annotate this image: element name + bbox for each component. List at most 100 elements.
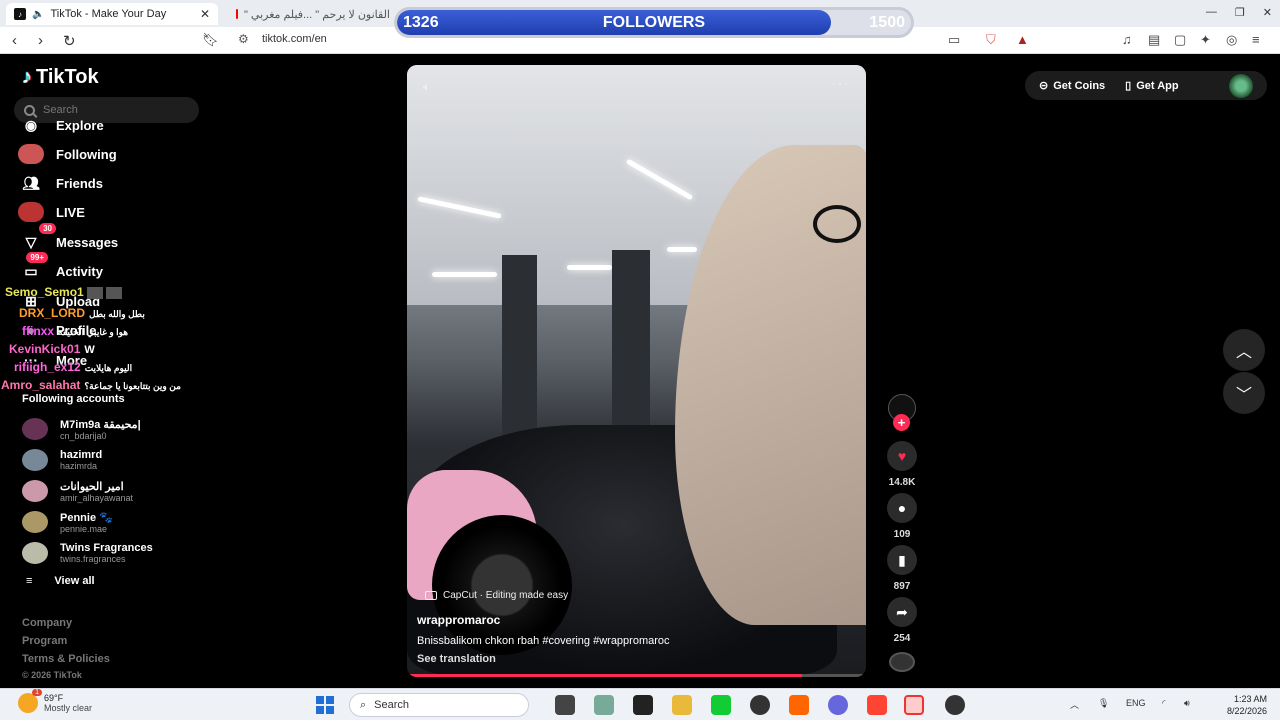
followers-goal-bar: 1326 FOLLOWERS 1500	[394, 7, 914, 38]
account-item[interactable]: امير الحيوانات amir_alhayawanat	[22, 478, 133, 504]
language-indicator[interactable]: ENG	[1126, 698, 1146, 708]
previous-video-button[interactable]: ︿	[1223, 329, 1265, 371]
back-icon[interactable]: ‹	[12, 32, 17, 49]
more-options-icon[interactable]: ···	[831, 75, 850, 93]
tiktok-logo[interactable]: ♪ TikTok	[22, 66, 99, 89]
taskbar: 1 69°F Mostly clear ⌕ Search ︿ 🎙︎ ENG ◜ …	[0, 688, 1280, 720]
rewards-icon[interactable]: ▲	[1016, 32, 1029, 47]
account-item[interactable]: hazimrd hazimrda	[22, 447, 102, 473]
footer-terms[interactable]: Terms & Policies	[22, 653, 110, 665]
comment-button[interactable]: ● 109	[884, 493, 920, 540]
file-explorer-icon[interactable]	[672, 695, 692, 715]
maximize-icon[interactable]: ❐	[1235, 6, 1245, 19]
chat-text: W	[84, 344, 95, 356]
messages-badge: 30	[39, 223, 56, 234]
video-username[interactable]: wrappromaroc	[417, 613, 500, 627]
taskbar-search[interactable]: ⌕ Search	[349, 693, 529, 717]
brave-shield-icon[interactable]: ⛉	[986, 32, 996, 48]
activity-icon: ▭ 99+	[18, 252, 48, 282]
account-item[interactable]: Twins Fragrances twins.fragrances	[22, 540, 153, 566]
brave-browser-icon[interactable]	[867, 695, 887, 715]
share-icon: ➦	[887, 597, 917, 627]
like-button[interactable]: ♥ 14.8K	[884, 441, 920, 488]
video-progress-bar[interactable]	[407, 674, 866, 677]
close-icon[interactable]: ✕	[200, 7, 210, 21]
weather-badge: 1	[32, 689, 42, 696]
avatar	[22, 480, 48, 502]
follow-plus-icon[interactable]: +	[893, 414, 910, 431]
view-all-link[interactable]: ≡ View all	[26, 575, 95, 587]
forward-icon[interactable]: ›	[38, 32, 43, 49]
chat-message: KevinKick01 W	[9, 342, 95, 356]
footer-program[interactable]: Program	[22, 635, 67, 647]
avatar	[22, 449, 48, 471]
volume-icon[interactable]: 🔈︎	[423, 79, 431, 95]
tray-mic-icon[interactable]: 🎙︎	[1098, 698, 1109, 709]
car-wheel	[432, 515, 572, 655]
sidebar-item-activity[interactable]: ▭ 99+ Activity	[18, 252, 103, 284]
close-window-icon[interactable]: ✕	[1263, 6, 1272, 19]
account-handle: pennie.mae	[60, 523, 108, 534]
capcut-badge[interactable]: CapCut · Editing made easy	[425, 590, 568, 601]
site-settings-icon[interactable]: ⚙	[238, 32, 249, 46]
footer-company[interactable]: Company	[22, 617, 72, 629]
sidebar-item-friends[interactable]: 👥︎ Friends	[18, 170, 103, 196]
chevron-up-icon: ︿	[1235, 344, 1252, 361]
share-button[interactable]: ➦ 254	[884, 597, 920, 644]
sidebar-item-live[interactable]: LIVE	[18, 199, 85, 225]
chat-user: Semo_Semo1	[5, 285, 84, 299]
get-app-button[interactable]: ▯ Get App	[1125, 79, 1178, 93]
volume-tray-icon[interactable]: 🔊︎	[1184, 698, 1190, 709]
microphone-app-icon[interactable]	[789, 695, 809, 715]
sidebar-item-label: LIVE	[56, 204, 85, 220]
terminal-icon[interactable]	[633, 695, 653, 715]
minimize-icon[interactable]: —	[1206, 6, 1217, 19]
see-translation-link[interactable]: See translation	[417, 653, 496, 665]
sidebar-item-label: Messages	[56, 234, 119, 250]
taskbar-search-label: Search	[374, 699, 410, 711]
user-avatar[interactable]	[1229, 73, 1253, 98]
reload-icon[interactable]: ↻	[63, 32, 76, 50]
weather-widget[interactable]: 1 69°F Mostly clear	[18, 689, 92, 713]
discord-icon[interactable]	[828, 695, 848, 715]
bookmark-icon[interactable]: 🔖︎	[202, 32, 219, 48]
menu-icon[interactable]: ≡	[1252, 32, 1260, 47]
music-disc-icon[interactable]	[889, 652, 915, 672]
account-item[interactable]: Pennie 🐾 pennie.mae	[22, 509, 113, 535]
next-video-button[interactable]: ﹀	[1223, 372, 1265, 414]
obs-icon[interactable]	[904, 695, 924, 715]
vpn-icon[interactable]: ◎	[1226, 32, 1237, 48]
widgets-icon[interactable]	[594, 695, 614, 715]
video-player[interactable]: 🔈︎ ··· CapCut · Editing made easy wrappr…	[407, 65, 866, 677]
comment-icon: ●	[887, 493, 917, 523]
save-button[interactable]: ▮ 897	[884, 545, 920, 592]
wifi-icon[interactable]: ◜	[1162, 698, 1166, 709]
comment-count: 109	[893, 529, 911, 540]
sidebar-item-label: Following	[56, 146, 117, 162]
wallet-icon[interactable]: ▢	[1174, 32, 1186, 48]
task-view-icon[interactable]	[555, 695, 575, 715]
cast-icon[interactable]: ▭	[948, 32, 960, 48]
url-field[interactable]: tiktok.com/en	[262, 33, 327, 45]
tab-youtube[interactable]: " القانون لا يرحم " ...فيلم مغربي	[228, 3, 398, 25]
ceiling-light	[432, 272, 497, 277]
tab-tiktok[interactable]: ♪ 🔈 TikTok - Make Your Day ✕	[6, 3, 218, 25]
windows-start-icon[interactable]	[316, 696, 334, 714]
emote-icon	[87, 286, 104, 299]
app-icon[interactable]	[750, 695, 770, 715]
chat-user: ffinxx	[22, 324, 55, 338]
clock[interactable]: 1:23 AM 8/22/2026	[1207, 693, 1267, 717]
app-icon[interactable]	[945, 695, 965, 715]
extensions-icon[interactable]: ✦	[1200, 32, 1211, 48]
tray-overflow-icon[interactable]: ︿	[1070, 698, 1079, 711]
compass-icon: ◉	[24, 116, 38, 133]
avatar	[22, 511, 48, 533]
sidebar-toggle-icon[interactable]: ▤	[1148, 32, 1160, 48]
account-item[interactable]: M7im9a محيمقة| cn_bdarija0	[22, 416, 141, 442]
get-coins-button[interactable]: ⊝ Get Coins	[1039, 79, 1105, 93]
music-icon[interactable]: ♫	[1122, 32, 1132, 47]
app-icon[interactable]	[711, 695, 731, 715]
search-icon: ⌕	[360, 698, 367, 711]
sidebar-item-following[interactable]: Following	[18, 141, 117, 167]
sidebar-item-explore[interactable]: ◉ Explore	[18, 112, 104, 138]
